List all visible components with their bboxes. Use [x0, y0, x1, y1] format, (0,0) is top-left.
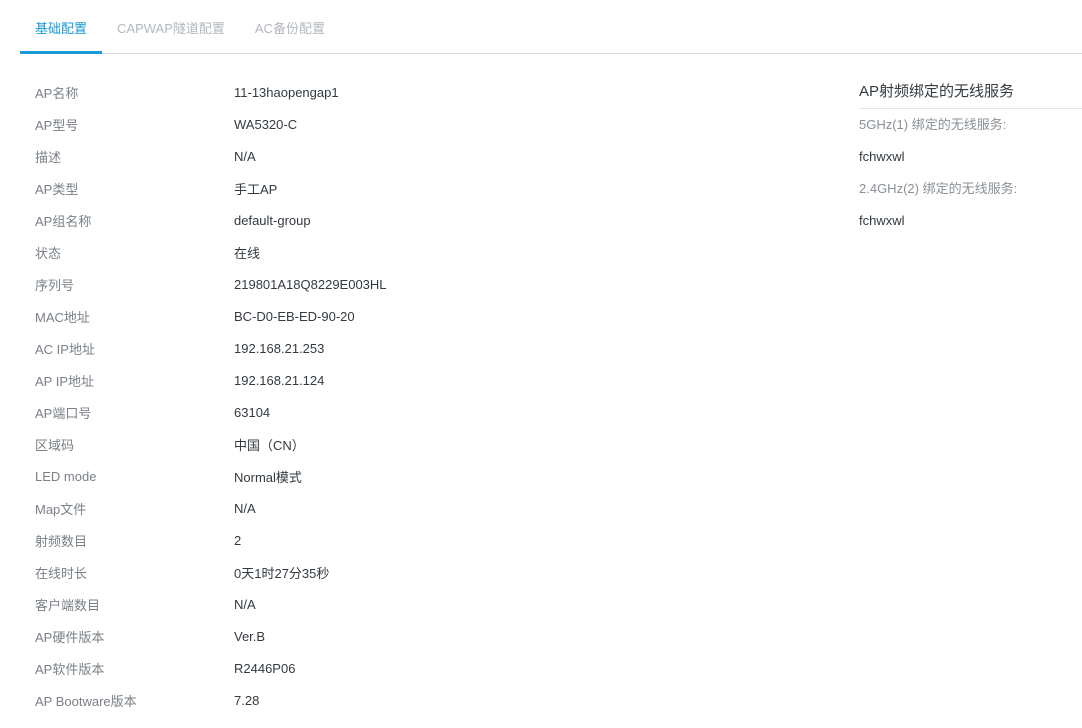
- info-value: 在线: [234, 245, 261, 261]
- info-label: AP型号: [35, 117, 79, 133]
- info-value: 219801A18Q8229E003HL: [234, 276, 387, 292]
- info-value: WA5320-C: [234, 116, 298, 132]
- info-row-ap-type: AP类型 手工AP: [35, 172, 387, 204]
- info-value: R2446P06: [234, 660, 296, 676]
- info-label: 区域码: [35, 437, 75, 453]
- info-label: AP名称: [35, 85, 79, 101]
- info-value: BC-D0-EB-ED-90-20: [234, 308, 355, 324]
- info-row-led-mode: LED mode Normal模式: [35, 460, 387, 492]
- info-value: 11-13haopengap1: [234, 84, 339, 100]
- info-row-status: 状态 在线: [35, 236, 387, 268]
- info-label: AP Bootware版本: [35, 693, 137, 709]
- radio-24ghz-service: fchwxwl: [859, 213, 905, 228]
- info-label: 状态: [35, 245, 62, 261]
- info-row-ap-ip: AP IP地址 192.168.21.124: [35, 364, 387, 396]
- info-value: 192.168.21.253: [234, 340, 325, 356]
- info-label: AP组名称: [35, 213, 92, 229]
- info-row-ap-group: AP组名称 default-group: [35, 204, 387, 236]
- info-value: 中国（CN）: [234, 437, 305, 453]
- info-row-mac-address: MAC地址 BC-D0-EB-ED-90-20: [35, 300, 387, 332]
- info-row-region-code: 区域码 中国（CN）: [35, 428, 387, 460]
- info-label: 在线时长: [35, 565, 88, 581]
- tab-ac-backup-config[interactable]: AC备份配置: [240, 0, 340, 54]
- info-value: 63104: [234, 404, 271, 420]
- info-row-ap-name: AP名称 11-13haopengap1: [35, 76, 387, 108]
- tab-bar: 基础配置 CAPWAP隧道配置 AC备份配置: [20, 0, 1082, 54]
- info-value: Ver.B: [234, 628, 266, 644]
- info-label: 描述: [35, 149, 62, 165]
- info-value: default-group: [234, 212, 311, 228]
- info-label: AC IP地址: [35, 341, 95, 357]
- info-value: Normal模式: [234, 469, 302, 485]
- info-value: N/A: [234, 500, 256, 516]
- info-row-radio-count: 射频数目 2: [35, 524, 387, 556]
- info-row-client-count: 客户端数目 N/A: [35, 588, 387, 620]
- radio-5ghz-service: fchwxwl: [859, 149, 905, 164]
- info-value: N/A: [234, 148, 256, 164]
- info-row-online-duration: 在线时长 0天1时27分35秒: [35, 556, 387, 588]
- panel-title: AP射频绑定的无线服务: [859, 76, 1082, 109]
- info-row-ac-ip: AC IP地址 192.168.21.253: [35, 332, 387, 364]
- ap-info-list: AP名称 11-13haopengap1 AP型号 WA5320-C 描述 N/…: [35, 76, 387, 716]
- info-row-software-version: AP软件版本 R2446P06: [35, 652, 387, 684]
- info-row-serial-number: 序列号 219801A18Q8229E003HL: [35, 268, 387, 300]
- info-label: 射频数目: [35, 533, 88, 549]
- info-value: 手工AP: [234, 181, 278, 197]
- info-label: AP IP地址: [35, 373, 95, 389]
- info-row-ap-port: AP端口号 63104: [35, 396, 387, 428]
- info-label: AP端口号: [35, 405, 92, 421]
- radio-24ghz-label: 2.4GHz(2) 绑定的无线服务:: [859, 181, 1018, 196]
- tab-basic-config[interactable]: 基础配置: [20, 0, 103, 54]
- info-label: Map文件: [35, 501, 87, 517]
- info-label: AP硬件版本: [35, 629, 105, 645]
- info-row-bootware-version: AP Bootware版本 7.28: [35, 684, 387, 716]
- tab-capwap-tunnel-config[interactable]: CAPWAP隧道配置: [102, 0, 240, 54]
- info-row-hardware-version: AP硬件版本 Ver.B: [35, 620, 387, 652]
- ap-detail-page: 基础配置 CAPWAP隧道配置 AC备份配置 AP名称 11-13haopeng…: [0, 0, 1082, 728]
- info-value: 7.28: [234, 692, 260, 708]
- info-value: 0天1时27分35秒: [234, 565, 330, 581]
- info-label: AP类型: [35, 181, 79, 197]
- info-value: 192.168.21.124: [234, 372, 325, 388]
- info-value: N/A: [234, 596, 256, 612]
- info-value: 2: [234, 532, 242, 548]
- info-label: 客户端数目: [35, 597, 101, 613]
- info-row-map-file: Map文件 N/A: [35, 492, 387, 524]
- info-label: AP软件版本: [35, 661, 105, 677]
- info-label: LED mode: [35, 468, 97, 484]
- radio-5ghz-label: 5GHz(1) 绑定的无线服务:: [859, 117, 1007, 132]
- info-label: MAC地址: [35, 309, 90, 325]
- info-row-ap-model: AP型号 WA5320-C: [35, 108, 387, 140]
- info-row-description: 描述 N/A: [35, 140, 387, 172]
- info-label: 序列号: [35, 277, 75, 293]
- radio-service-binding-panel: AP射频绑定的无线服务 5GHz(1) 绑定的无线服务: fchwxwl 2.4…: [859, 76, 1082, 237]
